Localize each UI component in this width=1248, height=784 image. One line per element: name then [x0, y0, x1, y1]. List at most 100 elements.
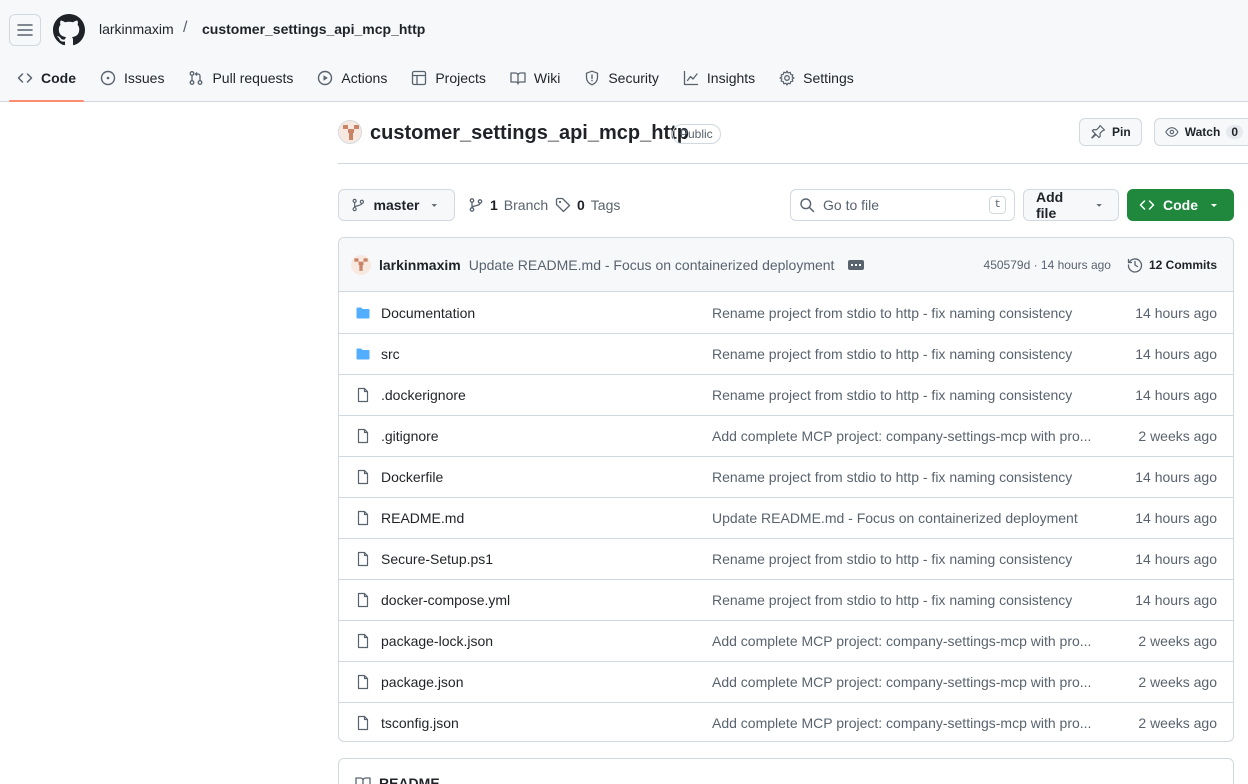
file-name[interactable]: .dockerignore — [381, 387, 711, 403]
latest-commit-bar: larkinmaxim Update README.md - Focus on … — [339, 238, 1233, 292]
tab-label: Pull requests — [212, 70, 294, 86]
commits-link[interactable]: 12 Commits — [1127, 257, 1217, 273]
ellipsis-button[interactable] — [848, 259, 865, 270]
file-row[interactable]: package.json Add complete MCP project: co… — [339, 661, 1233, 702]
tab-issues[interactable]: Issues — [92, 60, 172, 96]
file-row[interactable]: Documentation Rename project from stdio t… — [339, 292, 1233, 333]
file-icon — [357, 551, 369, 567]
github-logo-icon[interactable] — [53, 14, 85, 46]
menu-button[interactable] — [9, 14, 41, 46]
identicon-icon — [339, 121, 361, 143]
history-icon — [1127, 257, 1143, 273]
file-icon — [357, 428, 369, 444]
file-row[interactable]: Dockerfile Rename project from stdio to h… — [339, 456, 1233, 497]
file-commit-age: 2 weeks ago — [1138, 428, 1217, 444]
file-row[interactable]: .gitignore Add complete MCP project: comp… — [339, 415, 1233, 456]
book-icon — [355, 777, 371, 784]
tab-insights[interactable]: Insights — [675, 60, 763, 96]
tab-settings[interactable]: Settings — [771, 60, 862, 96]
file-name[interactable]: tsconfig.json — [381, 715, 711, 731]
tab-projects[interactable]: Projects — [403, 60, 494, 96]
file-name[interactable]: package.json — [381, 674, 711, 690]
file-commit-message[interactable]: Add complete MCP project: company-settin… — [712, 715, 1097, 731]
branch-name: master — [373, 197, 420, 213]
file-row[interactable]: docker-compose.yml Rename project from st… — [339, 579, 1233, 620]
file-name[interactable]: README.md — [381, 510, 711, 526]
pin-button[interactable]: Pin — [1079, 118, 1142, 146]
tab-label: Projects — [435, 70, 486, 86]
commit-message[interactable]: Update README.md - Focus on containerize… — [469, 257, 835, 273]
file-commit-message[interactable]: Rename project from stdio to http - fix … — [712, 469, 1097, 485]
tab-code[interactable]: Code — [9, 60, 84, 102]
file-commit-message[interactable]: Add complete MCP project: company-settin… — [712, 428, 1097, 444]
file-commit-message[interactable]: Add complete MCP project: company-settin… — [712, 674, 1097, 690]
git-pull-request-icon — [190, 71, 203, 85]
caret-down-icon — [1096, 204, 1102, 207]
file-icon — [357, 469, 369, 485]
file-icon — [357, 633, 369, 649]
file-name[interactable]: package-lock.json — [381, 633, 711, 649]
watch-count: 0 — [1226, 125, 1243, 139]
code-label: Code — [1163, 197, 1198, 213]
breadcrumb-owner[interactable]: larkinmaxim — [99, 21, 174, 37]
file-list: Documentation Rename project from stdio t… — [339, 292, 1233, 741]
repo-owner-avatar[interactable] — [338, 120, 362, 144]
file-commit-message[interactable]: Rename project from stdio to http - fix … — [712, 592, 1097, 608]
branches-link[interactable]: 1 Branch — [468, 197, 548, 213]
file-commit-message[interactable]: Rename project from stdio to http - fix … — [712, 551, 1097, 567]
file-commit-message[interactable]: Add complete MCP project: company-settin… — [712, 633, 1097, 649]
file-row[interactable]: Secure-Setup.ps1 Rename project from stdi… — [339, 538, 1233, 579]
add-file-button[interactable]: Add file — [1023, 189, 1119, 221]
readme-label[interactable]: README — [379, 775, 440, 784]
file-row[interactable]: README.md Update README.md - Focus on con… — [339, 497, 1233, 538]
identicon-icon — [351, 254, 371, 275]
file-name[interactable]: docker-compose.yml — [381, 592, 711, 608]
tab-label: Settings — [803, 70, 854, 86]
hamburger-icon — [17, 24, 33, 36]
file-name[interactable]: Documentation — [381, 305, 711, 321]
file-commit-age: 2 weeks ago — [1138, 715, 1217, 731]
file-icon — [357, 674, 369, 690]
visibility-badge: Public — [672, 124, 721, 144]
repo-nav-tabs: Code Issues Pull requests Actions Projec… — [9, 60, 870, 102]
tab-wiki[interactable]: Wiki — [502, 60, 568, 96]
file-row[interactable]: package-lock.json Add complete MCP projec… — [339, 620, 1233, 661]
file-row[interactable]: .dockerignore Rename project from stdio t… — [339, 374, 1233, 415]
file-browser: larkinmaxim Update README.md - Focus on … — [338, 237, 1234, 742]
go-to-file-input[interactable]: Go to file t — [790, 189, 1015, 221]
file-commit-message[interactable]: Rename project from stdio to http - fix … — [712, 387, 1097, 403]
file-commit-age: 14 hours ago — [1135, 387, 1217, 403]
commit-author[interactable]: larkinmaxim — [379, 257, 461, 273]
commits-label: 12 Commits — [1148, 257, 1217, 272]
breadcrumb-repo[interactable]: customer_settings_api_mcp_http — [202, 21, 425, 37]
file-row[interactable]: src Rename project from stdio to http - f… — [339, 333, 1233, 374]
tags-link[interactable]: 0 Tags — [555, 197, 620, 213]
repo-title[interactable]: customer_settings_api_mcp_http — [370, 122, 689, 145]
folder-icon — [356, 348, 370, 360]
file-name[interactable]: Secure-Setup.ps1 — [381, 551, 711, 567]
file-name[interactable]: src — [381, 346, 711, 362]
file-row[interactable]: tsconfig.json Add complete MCP project: c… — [339, 702, 1233, 741]
file-commit-age: 14 hours ago — [1135, 469, 1217, 485]
file-commit-message[interactable]: Update README.md - Focus on containerize… — [712, 510, 1097, 526]
shortcut-key: t — [989, 196, 1006, 214]
file-icon — [357, 715, 369, 731]
tag-label: Tags — [590, 197, 621, 213]
tab-label: Code — [41, 70, 76, 86]
file-commit-message[interactable]: Rename project from stdio to http - fix … — [712, 346, 1097, 362]
file-commit-message[interactable]: Rename project from stdio to http - fix … — [712, 305, 1097, 321]
branch-selector[interactable]: master — [338, 189, 455, 221]
tab-actions[interactable]: Actions — [309, 60, 395, 96]
file-name[interactable]: .gitignore — [381, 428, 711, 444]
watch-button[interactable]: Watch 0 — [1154, 118, 1248, 146]
file-commit-age: 2 weeks ago — [1138, 633, 1217, 649]
commit-author-avatar[interactable] — [351, 254, 371, 275]
play-icon — [318, 70, 333, 86]
tab-security[interactable]: Security — [576, 60, 667, 96]
code-button[interactable]: Code — [1127, 189, 1234, 221]
tab-pull-requests[interactable]: Pull requests — [180, 60, 301, 96]
file-name[interactable]: Dockerfile — [381, 469, 711, 485]
pin-label: Pin — [1112, 125, 1131, 139]
shield-icon — [586, 70, 599, 86]
commit-hash-time[interactable]: 450579d · 14 hours ago — [984, 258, 1111, 272]
